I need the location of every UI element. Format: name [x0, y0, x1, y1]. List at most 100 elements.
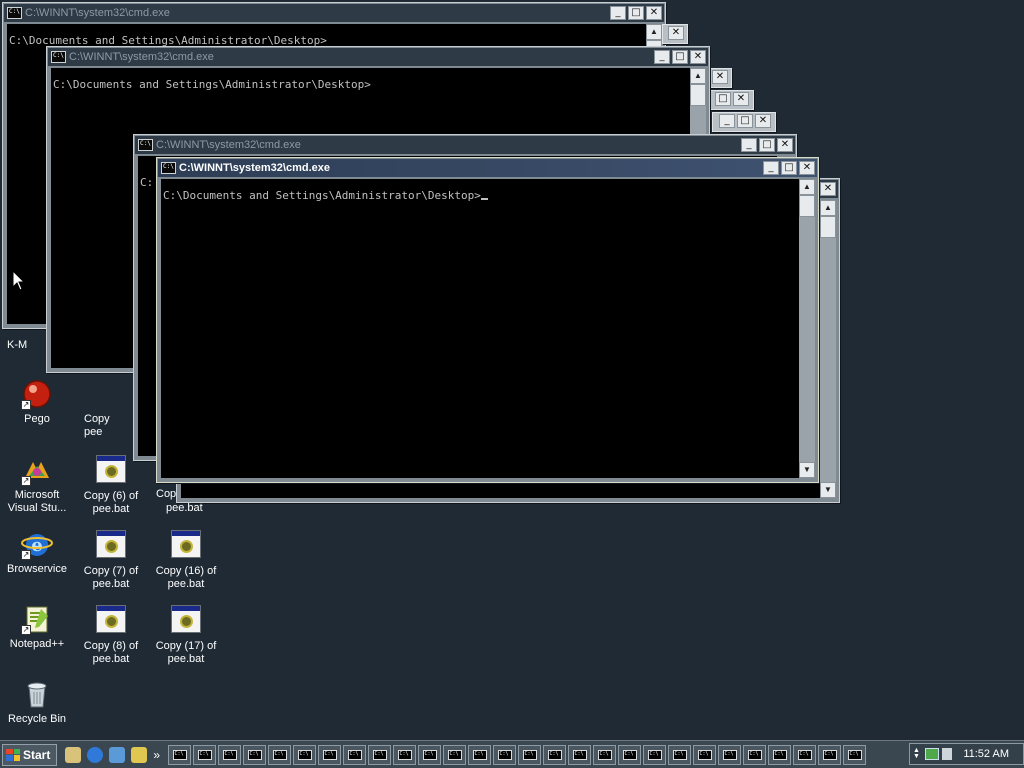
scroll-thumb[interactable]: [799, 195, 815, 217]
partial-icon-label: Copy pee: [84, 413, 110, 438]
search-folder-icon[interactable]: [131, 746, 148, 763]
desktop-icon-notepad-plus-plus[interactable]: ↗ Notepad++: [0, 603, 74, 651]
close-button[interactable]: ✕: [820, 182, 836, 196]
taskbar-cmd-button[interactable]: C:\: [193, 744, 217, 765]
taskbar-cmd-button[interactable]: C:\: [418, 744, 442, 765]
console-output[interactable]: C:\Documents and Settings\Administrator\…: [161, 179, 799, 478]
scroll-thumb[interactable]: [820, 216, 836, 238]
taskbar-cmd-button[interactable]: C:\: [718, 744, 742, 765]
minimize-button[interactable]: _: [610, 6, 626, 20]
maximize-button[interactable]: □: [737, 114, 753, 128]
taskbar-cmd-button[interactable]: C:\: [793, 744, 817, 765]
taskbar-cmd-button[interactable]: C:\: [768, 744, 792, 765]
cmd-window-active[interactable]: C:\ C:\WINNT\system32\cmd.exe _ □ ✕ C:\D…: [156, 157, 819, 483]
scroll-up-arrow-icon[interactable]: ▲: [646, 24, 662, 40]
vertical-scrollbar[interactable]: ▲ ▼: [820, 200, 836, 498]
close-button[interactable]: ✕: [733, 92, 749, 106]
taskbar-cmd-button[interactable]: C:\: [818, 744, 842, 765]
windows-flag-icon: [6, 748, 20, 761]
scroll-up-arrow-icon[interactable]: ▲: [690, 68, 706, 84]
batch-file-icon: [96, 605, 126, 633]
cmd-icon: C:\: [197, 749, 212, 760]
close-button[interactable]: ✕: [690, 50, 706, 64]
taskbar-cmd-button[interactable]: C:\: [368, 744, 392, 765]
close-button[interactable]: ✕: [799, 161, 815, 175]
minimize-button[interactable]: _: [654, 50, 670, 64]
minimize-button[interactable]: _: [719, 114, 735, 128]
quick-launch-more-button[interactable]: »: [153, 748, 160, 762]
cmd-icon: C:\: [647, 749, 662, 760]
maximize-button[interactable]: □: [759, 138, 775, 152]
network-icon[interactable]: [925, 748, 939, 760]
maximize-button[interactable]: □: [672, 50, 688, 64]
minimize-button[interactable]: _: [741, 138, 757, 152]
taskbar-cmd-button[interactable]: C:\: [568, 744, 592, 765]
taskbar-cmd-button[interactable]: C:\: [693, 744, 717, 765]
taskbar-cmd-button[interactable]: C:\: [593, 744, 617, 765]
clock[interactable]: 11:52 AM: [963, 748, 1009, 760]
window-title: C:\WINNT\system32\cmd.exe: [69, 51, 214, 63]
taskbar-cmd-button[interactable]: C:\: [243, 744, 267, 765]
outlook-express-icon[interactable]: [109, 746, 126, 763]
close-button[interactable]: ✕: [755, 114, 771, 128]
close-button[interactable]: ✕: [668, 26, 684, 40]
cmd-window-edge[interactable]: □ ✕: [710, 90, 754, 110]
start-button[interactable]: Start: [2, 743, 58, 766]
scroll-up-arrow-icon[interactable]: ▲: [820, 200, 836, 216]
taskbar-cmd-button[interactable]: C:\: [643, 744, 667, 765]
taskbar-cmd-button[interactable]: C:\: [543, 744, 567, 765]
title-bar[interactable]: C:\ C:\WINNT\system32\cmd.exe _ □ ✕: [135, 136, 795, 154]
desktop-icon-bat-file[interactable]: Copy (7) of pee.bat: [74, 528, 148, 591]
maximize-button[interactable]: □: [715, 92, 731, 106]
taskbar-cmd-button[interactable]: C:\: [668, 744, 692, 765]
cmd-window-edge[interactable]: ✕: [662, 24, 688, 44]
taskbar-cmd-button[interactable]: C:\: [293, 744, 317, 765]
icon-label: Copy (17) of pee.bat: [155, 640, 217, 665]
desktop-icon-visual-studio[interactable]: ↗ Microsoft Visual Stu...: [0, 454, 74, 515]
taskbar-cmd-button[interactable]: C:\: [218, 744, 242, 765]
title-bar[interactable]: C:\ C:\WINNT\system32\cmd.exe _ □ ✕: [158, 159, 817, 177]
desktop-icon-pego[interactable]: ↗ Pego: [0, 378, 74, 426]
taskbar-cmd-button[interactable]: C:\: [618, 744, 642, 765]
scroll-down-arrow-icon[interactable]: ▼: [799, 462, 815, 478]
taskbar-cmd-button[interactable]: C:\: [343, 744, 367, 765]
desktop-icon-bat-file[interactable]: Copy (8) of pee.bat: [74, 603, 148, 666]
taskbar-cmd-button[interactable]: C:\: [518, 744, 542, 765]
taskbar-cmd-button[interactable]: C:\: [743, 744, 767, 765]
taskbar-cmd-button[interactable]: C:\: [168, 744, 192, 765]
minimize-button[interactable]: _: [763, 161, 779, 175]
scroll-up-arrow-icon[interactable]: ▲: [799, 179, 815, 195]
volume-icon[interactable]: [942, 748, 952, 760]
desktop-icon-bat-file[interactable]: Copy (17) of pee.bat: [149, 603, 223, 666]
close-button[interactable]: ✕: [712, 70, 728, 84]
taskbar-cmd-button[interactable]: C:\: [318, 744, 342, 765]
desktop-icon-bat-file[interactable]: Copy (6) of pee.bat: [74, 453, 148, 516]
taskbar-cmd-button[interactable]: C:\: [268, 744, 292, 765]
maximize-button[interactable]: □: [628, 6, 644, 20]
taskbar-cmd-button[interactable]: C:\: [468, 744, 492, 765]
mouse-pointer-icon: [12, 270, 26, 291]
taskbar-cmd-button[interactable]: C:\: [493, 744, 517, 765]
title-bar[interactable]: C:\ C:\WINNT\system32\cmd.exe _ □ ✕: [48, 48, 708, 66]
desktop-icon-bat-file[interactable]: Copy (16) of pee.bat: [149, 528, 223, 591]
close-button[interactable]: ✕: [777, 138, 793, 152]
scroll-down-arrow-icon[interactable]: ▼: [820, 482, 836, 498]
show-desktop-icon[interactable]: [65, 746, 82, 763]
cmd-icon: C:\: [397, 749, 412, 760]
taskbar-cmd-button[interactable]: C:\: [393, 744, 417, 765]
icon-label: Browservice: [7, 563, 67, 575]
cmd-window-edge[interactable]: _ □ ✕: [712, 112, 776, 132]
maximize-button[interactable]: □: [781, 161, 797, 175]
scroll-thumb[interactable]: [690, 84, 706, 106]
desktop-icon-browservice[interactable]: e ↗ Browservice: [0, 528, 74, 576]
desktop-icon-recycle-bin[interactable]: Recycle Bin: [0, 678, 74, 726]
taskbar-cmd-button[interactable]: C:\: [443, 744, 467, 765]
close-button[interactable]: ✕: [646, 6, 662, 20]
internet-explorer-icon[interactable]: [87, 746, 104, 763]
icon-label: Pego: [24, 413, 50, 425]
tray-scroll-arrows-icon[interactable]: ▲ ▼: [913, 747, 921, 760]
title-bar[interactable]: C:\ C:\WINNT\system32\cmd.exe _ □ ✕: [4, 4, 664, 22]
taskbar-cmd-button[interactable]: C:\: [843, 744, 867, 765]
vertical-scrollbar[interactable]: ▲ ▼: [799, 179, 815, 478]
cmd-icon: C:\: [622, 749, 637, 760]
